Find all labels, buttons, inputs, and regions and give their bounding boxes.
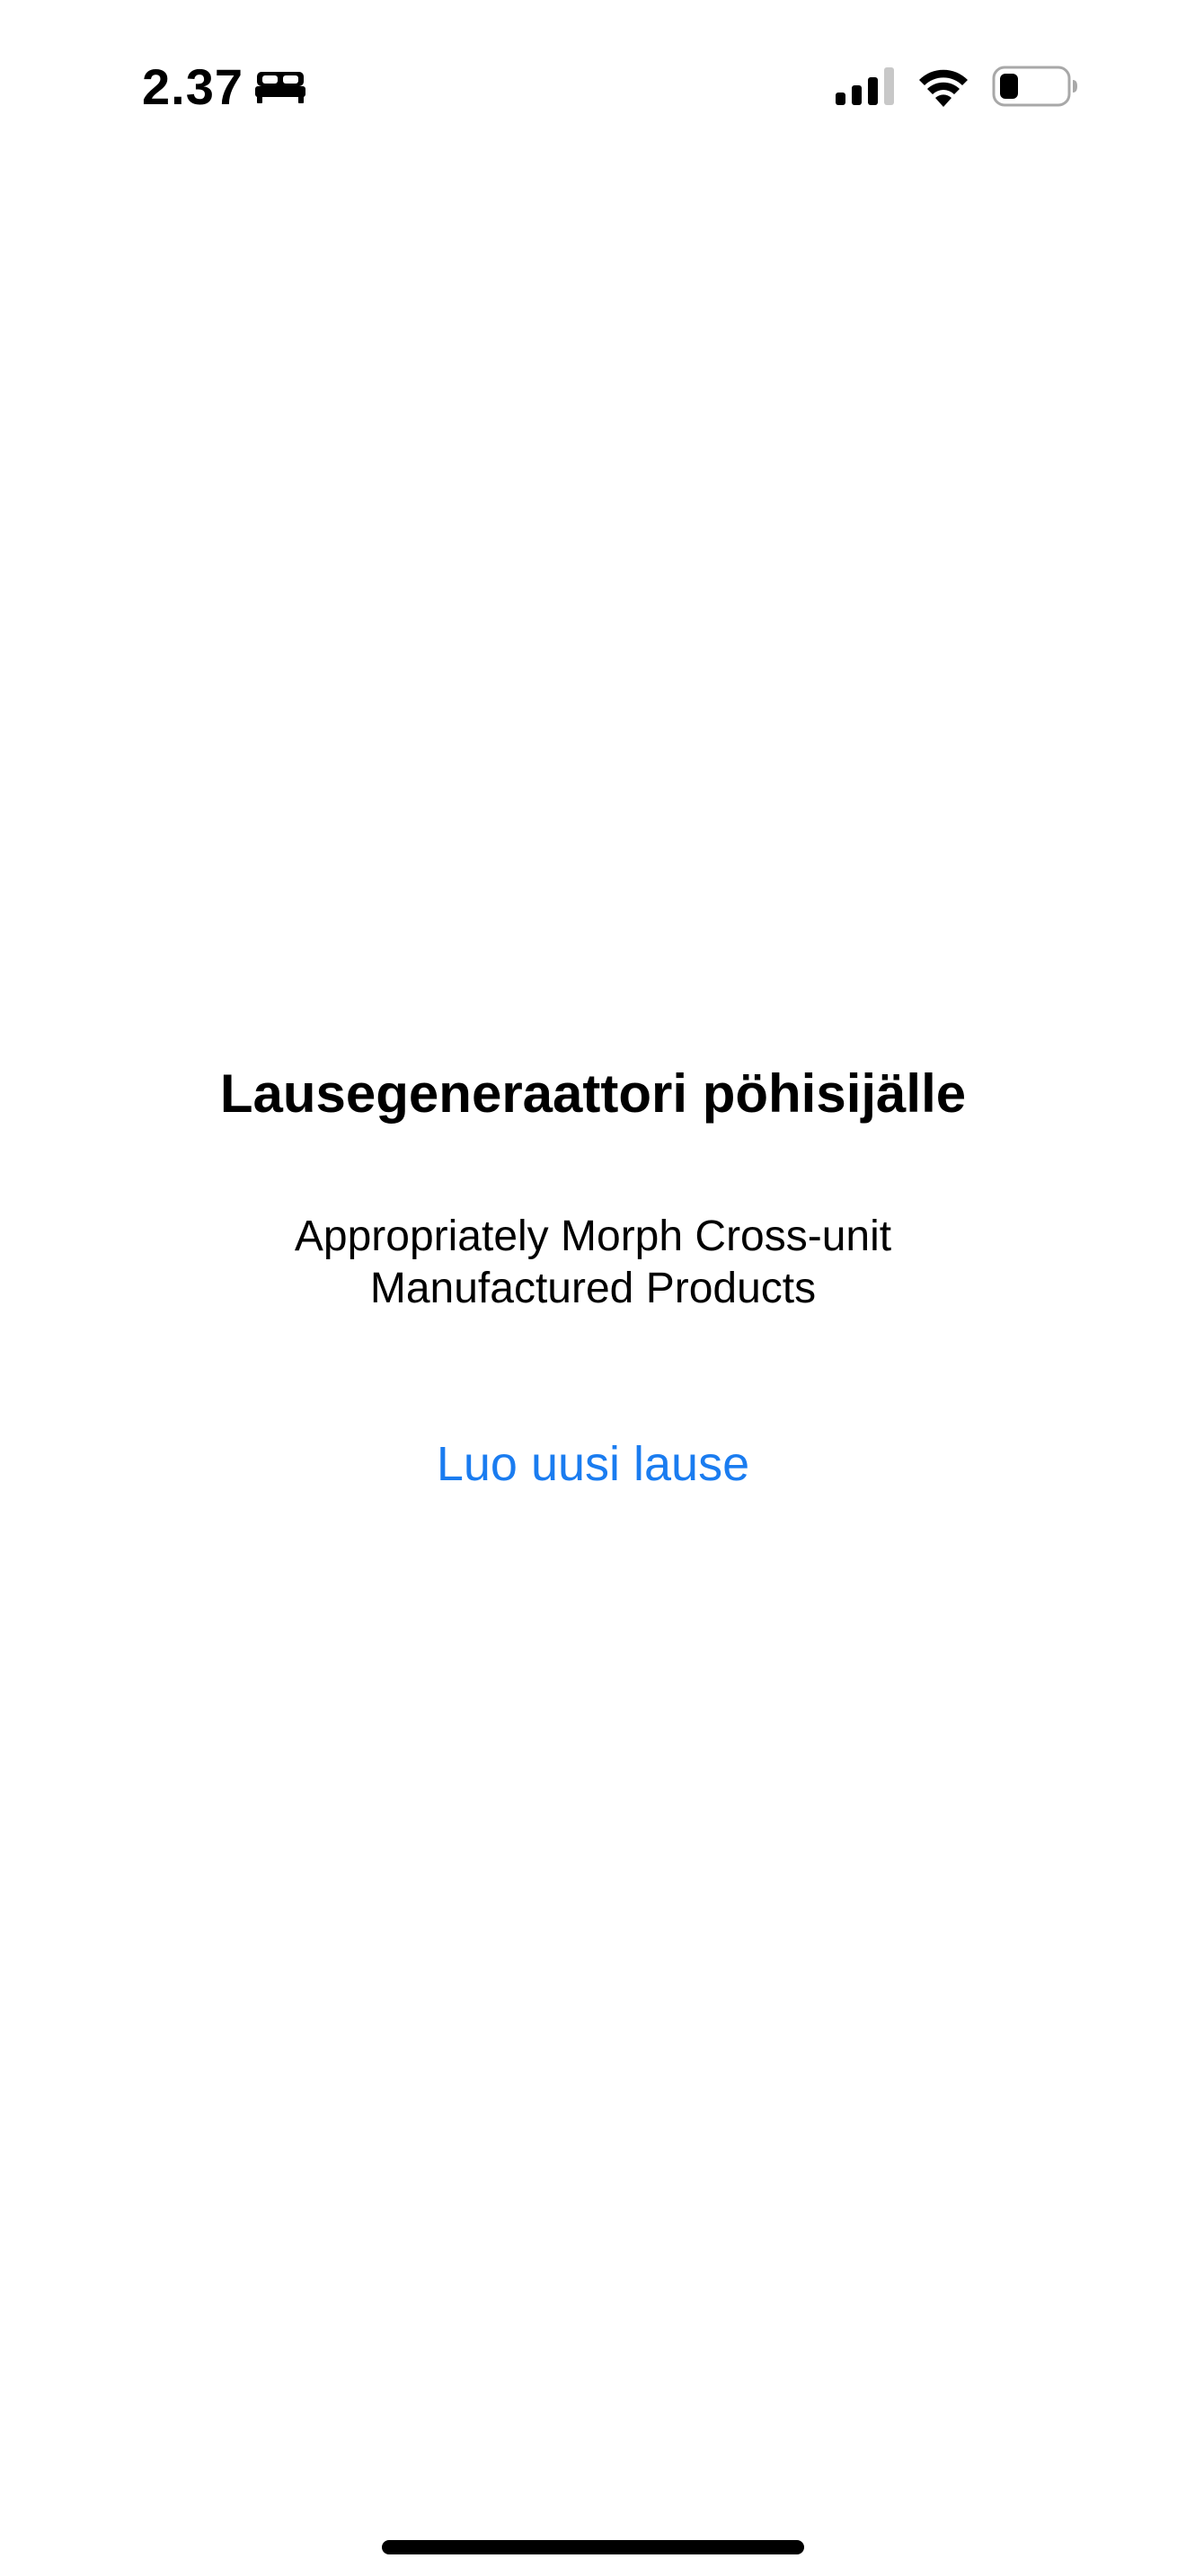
generated-sentence-line-2: Manufactured Products	[369, 1265, 817, 1312]
status-icons	[836, 61, 1078, 111]
status-time: 2.37	[142, 58, 243, 115]
cellular-signal-icon	[836, 67, 894, 105]
page-title: Lausegeneraattori pöhisijälle	[219, 1063, 967, 1124]
bed-icon	[255, 72, 305, 103]
generate-sentence-button[interactable]: Luo uusi lause	[368, 1428, 818, 1500]
generated-sentence: Appropriately Morph Cross-unit Manufactu…	[234, 1211, 952, 1315]
status-bar: 2.37	[0, 0, 1186, 171]
generated-sentence-line-1: Appropriately Morph Cross-unit	[294, 1213, 892, 1260]
home-indicator[interactable]	[382, 2540, 804, 2554]
battery-icon	[992, 66, 1077, 107]
wifi-icon	[919, 69, 968, 107]
status-time-group: 2.37	[142, 54, 306, 120]
